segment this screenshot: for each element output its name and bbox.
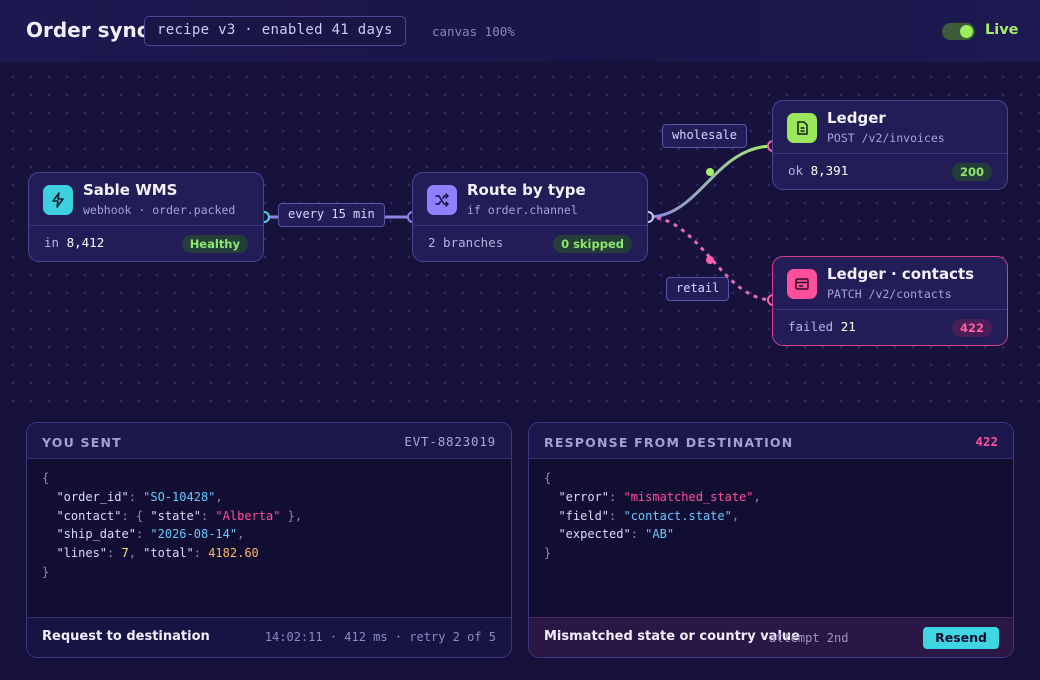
expected-value: "AB" [645, 527, 675, 542]
node-header: Sable WMS webhook · order.packed [29, 173, 263, 226]
edge-label-schedule[interactable]: every 15 min [278, 203, 385, 227]
card-icon [787, 269, 817, 299]
ship-date-value: "2026-08-14" [150, 527, 238, 542]
node-name: Ledger [827, 109, 886, 127]
node-sable-wms[interactable]: Sable WMS webhook · order.packed in 8,41… [28, 172, 264, 262]
response-payload-code[interactable]: { "error": "mismatched_state", "field": … [544, 469, 761, 563]
order-id-value: "SO-10428" [143, 489, 216, 504]
lines-value: 7 [121, 546, 129, 561]
node-header: Ledger POST /v2/invoices [773, 101, 1007, 154]
document-icon [787, 113, 817, 143]
stat-label: in [44, 235, 60, 250]
state-value: "Alberta" [215, 508, 281, 523]
error-summary: Mismatched state or country value [544, 629, 800, 644]
node-stat: in 8,412 [44, 235, 104, 250]
node-stat: ok 8,391 [788, 163, 848, 178]
node-name: Sable WMS [83, 181, 178, 199]
panel-title: RESPONSE FROM DESTINATION [544, 435, 794, 450]
node-header: Route by type if order.channel [413, 173, 647, 226]
response-panel: RESPONSE FROM DESTINATION 422 { "error":… [528, 422, 1014, 658]
stat-label: failed [788, 319, 834, 334]
event-id[interactable]: EVT-8823019 [404, 434, 496, 449]
node-subtitle: POST /v2/invoices [827, 131, 945, 145]
lightning-icon [43, 185, 73, 215]
node-stat: failed 21 [788, 319, 856, 334]
resend-button[interactable]: Resend [923, 627, 999, 649]
node-subtitle: webhook · order.packed [83, 203, 236, 217]
status-code-badge: 200 [951, 163, 992, 181]
panel-header: YOU SENT EVT-8823019 [27, 423, 511, 459]
total-value: 4182.60 [208, 546, 259, 561]
status-badge: Healthy [181, 235, 248, 253]
app-header: Order sync recipe v3 · enabled 41 days c… [0, 0, 1040, 62]
request-meta: 14:02:11 · 412 ms · retry 2 of 5 [264, 630, 496, 644]
panel-footer: Request to destination 14:02:11 · 412 ms… [27, 617, 511, 657]
node-ledger[interactable]: Ledger POST /v2/invoices ok 8,391 200 [772, 100, 1008, 190]
shuffle-icon [427, 185, 457, 215]
error-value: "mismatched_state" [623, 489, 754, 504]
node-header: Ledger · contacts PATCH /v2/contacts [773, 257, 1007, 310]
node-route-by-type[interactable]: Route by type if order.channel 2 branche… [412, 172, 648, 262]
node-subtitle: PATCH /v2/contacts [827, 287, 952, 301]
footer-title: Request to destination [42, 629, 210, 644]
stat-label: ok [788, 163, 804, 178]
edge-label-retail[interactable]: retail [666, 277, 730, 301]
live-toggle-knob [960, 25, 973, 38]
canvas-zoom-level[interactable]: canvas 100% [432, 24, 515, 39]
panel-title: YOU SENT [42, 435, 122, 450]
node-subtitle: if order.channel [467, 203, 578, 217]
node-ledger-contacts[interactable]: Ledger · contacts PATCH /v2/contacts fai… [772, 256, 1008, 346]
status-badge: 0 skipped [553, 235, 632, 253]
attempt-label: attempt 2nd [769, 631, 849, 645]
live-toggle[interactable] [942, 23, 975, 40]
live-label: Live [985, 22, 1019, 38]
panel-header: RESPONSE FROM DESTINATION 422 [529, 423, 1013, 459]
panel-footer: Mismatched state or country value attemp… [529, 617, 1013, 657]
field-value: "contact.state" [623, 508, 732, 523]
edge-label-wholesale[interactable]: wholesale [662, 124, 748, 148]
node-stat: 2 branches [428, 235, 504, 250]
node-name: Route by type [467, 181, 586, 199]
stat-value: 8,412 [66, 235, 105, 250]
sent-payload-panel: YOU SENT EVT-8823019 { "order_id": "SO-1… [26, 422, 512, 658]
node-name: Ledger · contacts [827, 265, 975, 283]
stat-value: 21 [840, 319, 856, 334]
sent-payload-code[interactable]: { "order_id": "SO-10428", "contact": { "… [42, 469, 302, 582]
recipe-version-pill[interactable]: recipe v3 · enabled 41 days [144, 16, 406, 46]
stat-value: 8,391 [810, 163, 849, 178]
page-title: Order sync [26, 18, 149, 42]
status-code-badge: 422 [951, 319, 992, 337]
response-status-code: 422 [975, 434, 998, 449]
